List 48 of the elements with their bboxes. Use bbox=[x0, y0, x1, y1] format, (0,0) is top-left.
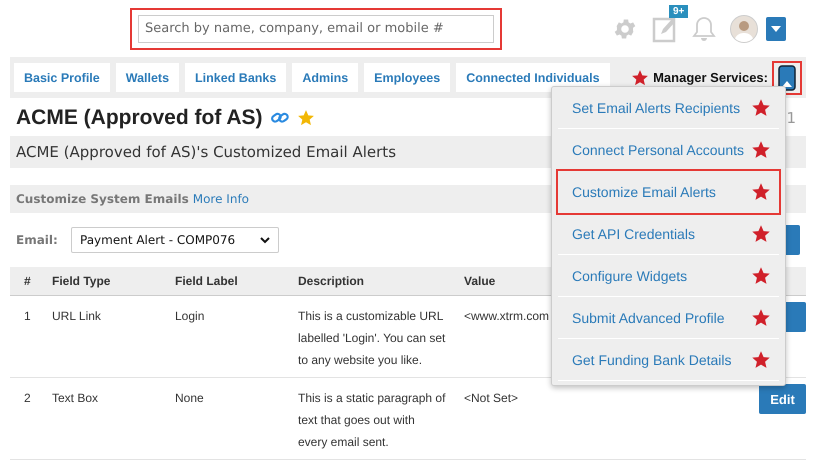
chevron-icon bbox=[260, 236, 270, 244]
star-icon bbox=[751, 182, 771, 202]
table-cell: This is a static paragraph of text that goes out with every email sent. bbox=[288, 378, 454, 460]
email-label: Email: bbox=[16, 233, 59, 247]
column-header: Field Label bbox=[165, 267, 288, 296]
star-icon bbox=[296, 109, 315, 127]
tab[interactable]: Wallets bbox=[116, 63, 180, 92]
tab[interactable]: Connected Individuals bbox=[456, 63, 610, 92]
table-cell: None bbox=[165, 378, 288, 460]
table-cell: Text Box bbox=[42, 378, 165, 460]
tab[interactable]: Basic Profile bbox=[14, 63, 110, 92]
menu-item[interactable]: Connect Personal Accounts bbox=[558, 129, 779, 171]
avatar[interactable] bbox=[730, 14, 758, 42]
table-cell: Login bbox=[165, 296, 288, 378]
edit-button[interactable]: Edit bbox=[759, 384, 806, 414]
count-text: 1 bbox=[786, 109, 796, 127]
column-header: # bbox=[10, 267, 42, 296]
section-title: Customize System Emails bbox=[16, 192, 189, 206]
menu-item[interactable]: Get API Credentials bbox=[558, 213, 779, 255]
tab[interactable]: Linked Banks bbox=[185, 63, 286, 92]
more-info-link[interactable]: More Info bbox=[192, 192, 250, 206]
star-icon bbox=[631, 68, 650, 86]
star-icon bbox=[751, 224, 771, 244]
account-dropdown-button[interactable] bbox=[766, 16, 786, 40]
menu-item[interactable]: Customize Email Alerts bbox=[558, 171, 779, 213]
tab[interactable]: Employees bbox=[364, 63, 450, 92]
page-title: ACME (Approved fof AS) bbox=[16, 106, 263, 130]
menu-item[interactable]: Configure Widgets bbox=[558, 255, 779, 297]
notification-badge: 9+ bbox=[669, 4, 688, 18]
search-field[interactable]: Search by name, company, email or mobile # bbox=[138, 14, 494, 42]
email-select[interactable]: Payment Alert - COMP076 bbox=[71, 227, 279, 253]
column-header: Description bbox=[288, 267, 454, 296]
caret-icon bbox=[771, 26, 781, 32]
star-icon bbox=[751, 98, 771, 118]
menu-item[interactable]: Submit Advanced Profile bbox=[558, 297, 779, 339]
menu-item[interactable]: Get Funding Bank Details bbox=[558, 339, 779, 381]
star-icon bbox=[751, 140, 771, 160]
table-cell: 1 bbox=[10, 296, 42, 378]
manager-services-label: Manager Services: bbox=[653, 70, 768, 85]
table-cell: This is a customizable URL labelled 'Login'. You can set to any website you like. bbox=[288, 296, 454, 378]
star-icon bbox=[751, 350, 771, 370]
star-icon bbox=[751, 308, 771, 328]
menu-item[interactable]: Set Email Alerts Recipients bbox=[558, 87, 779, 129]
star-icon bbox=[751, 266, 771, 286]
table-cell: URL Link bbox=[42, 296, 165, 378]
tab[interactable]: Admins bbox=[292, 63, 358, 92]
column-header: Field Type bbox=[42, 267, 165, 296]
table-cell: 2 bbox=[10, 378, 42, 460]
